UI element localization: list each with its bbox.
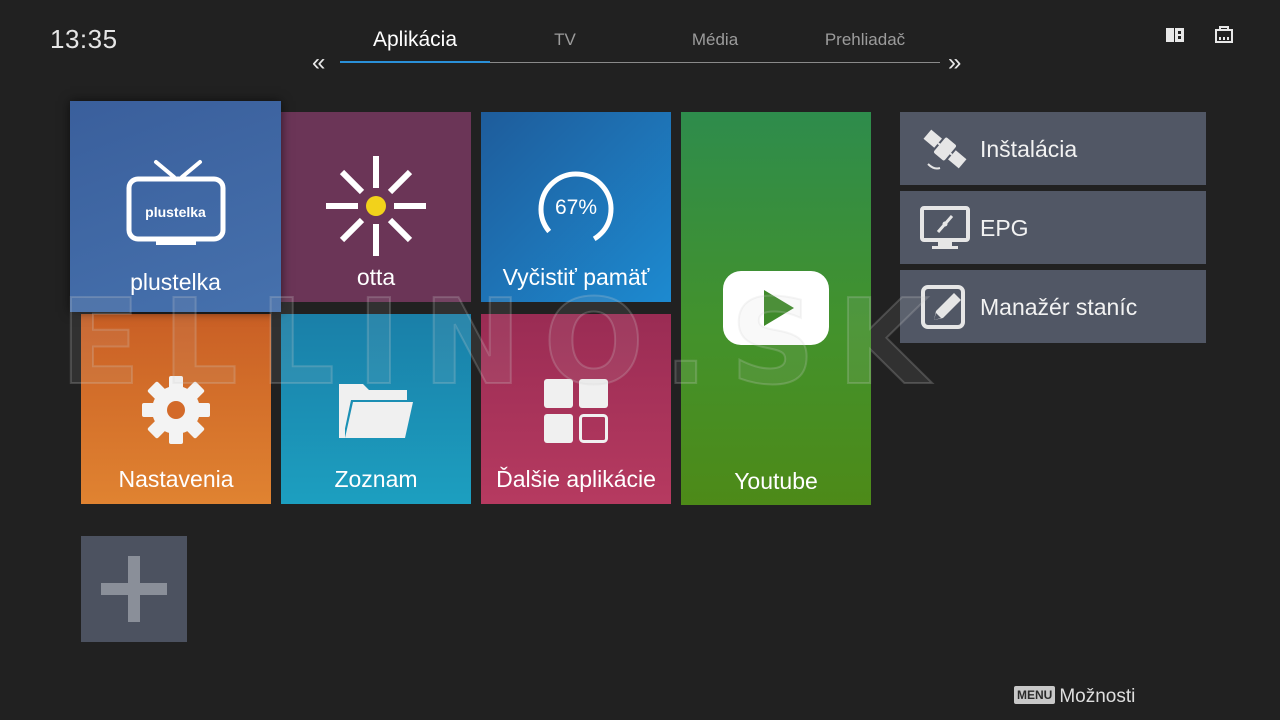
sd-card-icon — [1165, 26, 1185, 49]
side-button-epg-label: EPG — [980, 215, 1029, 241]
tile-plustelka[interactable]: plustelka plustelka — [70, 101, 281, 312]
tile-clean-memory[interactable]: 67% Vyčistiť pamäť — [481, 112, 671, 302]
folder-icon — [337, 378, 415, 447]
tab-media[interactable]: Média — [640, 30, 790, 50]
tab-tv[interactable]: TV — [490, 30, 640, 50]
side-button-instalacia[interactable]: Inštalácia — [900, 112, 1206, 185]
tile-add-app[interactable] — [81, 536, 187, 642]
side-button-manazer-stanic[interactable]: Manažér staníc — [900, 270, 1206, 343]
menu-options-label: Možnosti — [1059, 686, 1136, 707]
satellite-icon — [920, 124, 970, 179]
side-button-instalacia-label: Inštalácia — [980, 136, 1078, 162]
side-button-epg[interactable]: EPG — [900, 191, 1206, 264]
tile-settings[interactable]: Nastavenia — [81, 314, 271, 504]
tile-plustelka-label: plustelka — [130, 269, 221, 295]
tile-more-apps[interactable]: Ďalšie aplikácie — [481, 314, 671, 504]
tile-list[interactable]: Zoznam — [281, 314, 471, 504]
otta-sun-icon — [324, 154, 428, 263]
tab-prehliadac[interactable]: Prehliadač — [790, 30, 940, 50]
clock: 13:35 — [50, 24, 118, 54]
tile-more-apps-label: Ďalšie aplikácie — [496, 466, 656, 492]
tile-youtube[interactable]: Youtube — [681, 112, 871, 505]
ethernet-icon — [1214, 26, 1234, 49]
plus-icon — [99, 554, 169, 629]
monitor-compass-icon — [920, 203, 970, 258]
plustelka-logo-text: plustelka — [145, 204, 206, 220]
tile-settings-label: Nastavenia — [118, 466, 234, 492]
tab-active-underline — [340, 61, 490, 63]
menu-options-hint[interactable]: MENU Možnosti — [1014, 686, 1135, 708]
tile-youtube-label: Youtube — [734, 468, 818, 494]
tab-prev-arrow[interactable]: « — [312, 48, 325, 78]
apps-grid-icon — [543, 378, 609, 449]
tab-aplikacia[interactable]: Aplikácia — [340, 28, 490, 52]
tile-clean-label: Vyčistiť pamäť — [502, 264, 650, 290]
gear-icon — [140, 374, 212, 451]
memory-percent: 67% — [554, 196, 598, 219]
youtube-play-icon — [722, 270, 830, 351]
menu-key-badge: MENU — [1014, 686, 1056, 704]
edit-pencil-icon — [920, 282, 970, 337]
side-button-manazer-stanic-label: Manažér staníc — [980, 294, 1138, 320]
tab-next-arrow[interactable]: » — [948, 48, 961, 78]
tile-otta[interactable]: otta — [281, 112, 471, 302]
tile-list-label: Zoznam — [334, 466, 418, 492]
launcher-home-screen: 13:35 « » Aplikácia TV Média Prehliadač — [0, 0, 1280, 720]
tile-otta-label: otta — [356, 264, 396, 290]
